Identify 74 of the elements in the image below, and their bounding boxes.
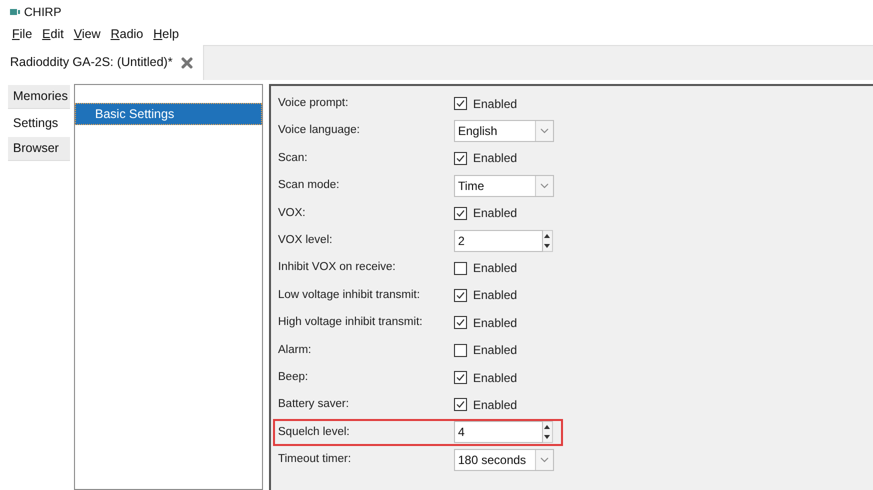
check-icon — [455, 208, 466, 219]
dropdown-value: English — [457, 123, 498, 140]
checkbox-square[interactable] — [454, 288, 467, 302]
dropdown-field[interactable]: English — [454, 120, 554, 142]
setting-label: Alarm: — [278, 342, 312, 358]
side-tab[interactable]: Browser — [8, 137, 70, 161]
setting-label: Voice prompt: — [278, 96, 350, 112]
checkbox-label: Enabled — [473, 314, 518, 332]
spin-buttons-icon[interactable] — [543, 421, 553, 444]
enabled-checkbox[interactable]: Enabled — [454, 396, 518, 414]
checkbox-label: Enabled — [473, 396, 518, 414]
chevron-down-icon — [540, 182, 549, 189]
checkbox-label: Enabled — [473, 342, 518, 360]
dropdown-value: 180 seconds — [457, 452, 528, 469]
enabled-checkbox[interactable]: Enabled — [454, 286, 518, 304]
number-field[interactable]: 4 — [454, 421, 543, 444]
checkbox-square[interactable] — [454, 206, 467, 220]
dropdown-value: Time — [457, 178, 486, 195]
setting-label: Inhibit VOX on receive: — [278, 260, 397, 276]
setting-label: Voice language: — [278, 123, 361, 138]
side-tab[interactable]: Memories — [8, 85, 70, 109]
window-title: CHIRP — [24, 4, 62, 20]
app-icon — [10, 8, 20, 14]
enabled-checkbox[interactable]: Enabled — [454, 94, 518, 113]
checkbox-square[interactable] — [454, 316, 467, 330]
number-field[interactable]: 2 — [454, 230, 543, 252]
check-icon — [455, 372, 466, 384]
enabled-checkbox[interactable]: Enabled — [454, 259, 518, 278]
checkbox-label: Enabled — [473, 205, 518, 222]
document-tab[interactable]: Radioddity GA-2S: (Untitled)* — [0, 45, 204, 80]
setting-label: Low voltage inhibit transmit: — [278, 288, 421, 303]
check-icon — [455, 290, 466, 301]
enabled-checkbox[interactable]: Enabled — [454, 341, 518, 360]
check-icon — [455, 152, 466, 164]
checkbox-label: Enabled — [473, 287, 518, 304]
setting-label: Timeout timer: — [278, 452, 352, 468]
enabled-checkbox[interactable]: Enabled — [454, 149, 518, 168]
checkbox-square[interactable] — [454, 398, 467, 412]
check-icon — [455, 317, 466, 328]
spin-buttons-icon[interactable] — [543, 230, 553, 252]
setting-label: Scan mode: — [278, 178, 340, 194]
group-list-item[interactable]: Basic Settings — [75, 103, 262, 125]
setting-label: High voltage inhibit transmit: — [278, 315, 424, 330]
setting-label: VOX level: — [278, 233, 334, 248]
enabled-checkbox[interactable]: Enabled — [454, 368, 518, 387]
tab-label: Radioddity GA-2S: (Untitled)* — [10, 54, 173, 72]
menu-item[interactable]: View — [74, 24, 101, 44]
menu-item[interactable]: File — [12, 24, 32, 44]
menu-item[interactable]: Radio — [110, 24, 144, 44]
chevron-down-icon — [540, 128, 549, 134]
checkbox-square[interactable] — [454, 152, 467, 165]
checkbox-label: Enabled — [473, 260, 518, 278]
checkbox-square[interactable] — [454, 344, 467, 357]
enabled-checkbox[interactable]: Enabled — [454, 204, 518, 222]
close-icon[interactable] — [180, 56, 193, 68]
checkbox-square[interactable] — [454, 262, 467, 275]
enabled-checkbox[interactable]: Enabled — [454, 314, 518, 332]
setting-label: Beep: — [278, 370, 310, 385]
setting-label: Battery saver: — [278, 397, 350, 412]
chevron-down-icon — [540, 456, 549, 463]
checkbox-label: Enabled — [473, 150, 518, 168]
checkbox-square[interactable] — [454, 97, 467, 110]
checkbox-square[interactable] — [454, 371, 467, 384]
setting-label: Scan: — [278, 150, 308, 166]
check-icon — [455, 399, 466, 410]
menu-item[interactable]: Help — [153, 24, 179, 44]
menu-item[interactable]: Edit — [42, 24, 64, 44]
setting-label: Squelch level: — [278, 424, 351, 440]
checkbox-label: Enabled — [473, 96, 518, 113]
check-icon — [455, 98, 466, 110]
dropdown-field[interactable]: 180 seconds — [454, 448, 554, 471]
dropdown-field[interactable]: Time — [454, 174, 554, 197]
setting-label: VOX: — [278, 206, 306, 221]
checkbox-label: Enabled — [473, 370, 518, 387]
